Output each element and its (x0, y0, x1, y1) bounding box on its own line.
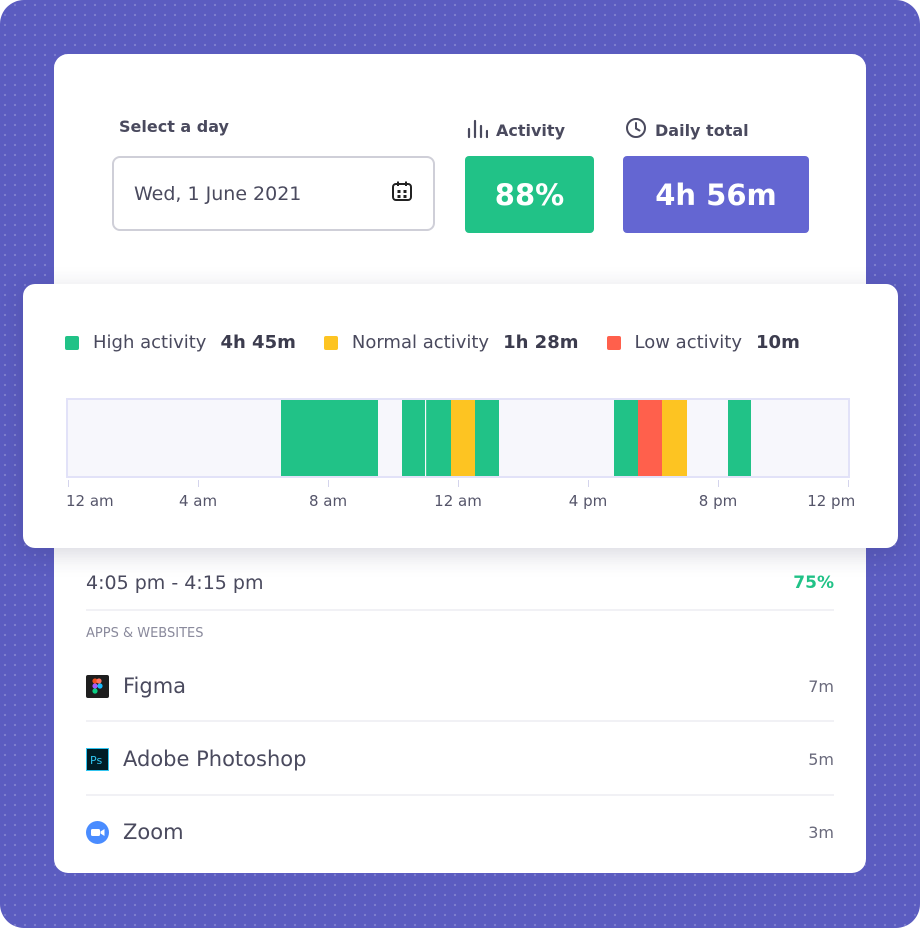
date-picker[interactable]: Wed, 1 June 2021 (112, 156, 435, 231)
axis-tick-label: 12 am (66, 492, 114, 510)
interval-time: 4:05 pm - 4:15 pm (86, 572, 264, 594)
legend-label: Low activity (634, 332, 743, 353)
app-duration: 7m (808, 676, 834, 696)
axis-tick-label: 8 am (308, 492, 348, 510)
legend-value: 4h 45m (220, 332, 296, 353)
interval-percent: 75% (793, 573, 834, 593)
high-activity-swatch (65, 335, 79, 350)
bar-chart-icon (466, 117, 489, 143)
legend-label: High activity (93, 332, 207, 353)
segment-low-activity[interactable] (637, 400, 662, 476)
clock-icon (625, 117, 647, 143)
select-day-label: Select a day (119, 117, 229, 136)
app-name: Figma (123, 674, 187, 698)
axis-tick (198, 480, 199, 487)
segment-high-activity[interactable] (614, 400, 638, 476)
axis-tick-label: 4 pm (568, 492, 608, 510)
app-name: Zoom (123, 820, 184, 844)
activity-value: 88% (465, 156, 594, 233)
daily-total-value: 4h 56m (623, 156, 809, 233)
axis-tick-label: 4 am (178, 492, 218, 510)
activity-timeline-bar[interactable] (66, 398, 850, 478)
axis-tick (68, 480, 69, 487)
list-item[interactable]: Figma 7m (86, 671, 834, 701)
divider (86, 794, 834, 796)
app-duration: 3m (808, 822, 834, 842)
app-name: Adobe Photoshop (123, 747, 307, 771)
axis-tick (328, 480, 329, 487)
legend-label: Normal activity (351, 332, 490, 353)
axis-tick (848, 480, 849, 487)
normal-activity-swatch (323, 335, 338, 350)
legend-value: 10m (756, 332, 800, 353)
timeline-axis: 12 am 4 am 8 am 12 am 4 pm 8 pm 12 pm (66, 480, 855, 510)
segment-normal-activity[interactable] (661, 400, 687, 476)
zoom-icon (86, 820, 109, 844)
axis-tick (458, 480, 459, 487)
segment-normal-activity[interactable] (450, 400, 475, 476)
divider (86, 609, 834, 611)
legend-value: 1h 28m (503, 332, 579, 353)
axis-tick (718, 480, 719, 487)
figma-icon (86, 674, 109, 698)
legend: High activity 4h 45m Normal activity 1h … (65, 332, 828, 353)
activity-label: Activity (496, 120, 565, 140)
axis-tick-label: 12 pm (807, 492, 856, 510)
segment-high-activity[interactable] (425, 400, 451, 476)
timeline-card: High activity 4h 45m Normal activity 1h … (23, 284, 898, 548)
low-activity-swatch (606, 335, 621, 350)
list-item[interactable]: Zoom 3m (86, 817, 834, 847)
segment-high-activity[interactable] (474, 400, 499, 476)
axis-tick-label: 8 pm (698, 492, 738, 510)
activity-header: Activity (466, 117, 565, 143)
svg-text:Ps: Ps (90, 754, 102, 767)
list-item[interactable]: Ps Adobe Photoshop 5m (86, 744, 834, 774)
daily-total-header: Daily total (625, 117, 749, 143)
segment-high-activity[interactable] (280, 400, 379, 476)
segment-high-activity[interactable] (727, 400, 752, 476)
calendar-icon[interactable] (391, 180, 413, 207)
app-duration: 5m (808, 749, 834, 769)
photoshop-icon: Ps (86, 747, 109, 771)
axis-tick (588, 480, 589, 487)
daily-total-label: Daily total (655, 120, 749, 140)
axis-tick-label: 12 am (434, 492, 482, 510)
selected-interval: 4:05 pm - 4:15 pm 75% (86, 570, 834, 596)
section-title: APPS & WEBSITES (86, 626, 834, 641)
divider (86, 720, 834, 722)
apps-websites-title: APPS & WEBSITES (86, 626, 204, 641)
segment-high-activity[interactable] (402, 400, 426, 476)
date-value: Wed, 1 June 2021 (134, 182, 302, 205)
